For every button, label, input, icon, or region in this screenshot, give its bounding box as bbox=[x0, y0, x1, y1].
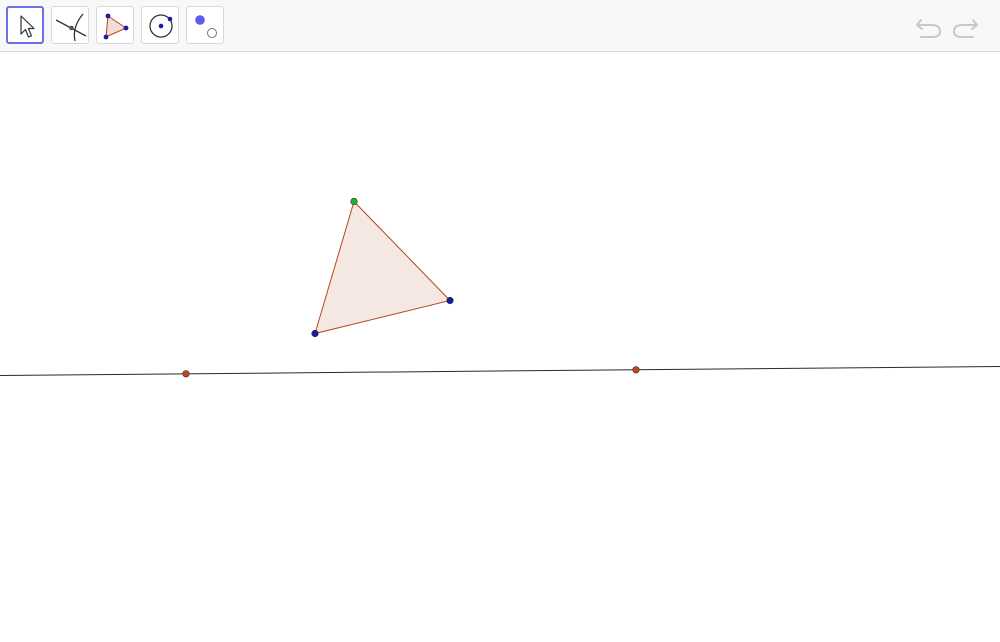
undo-icon bbox=[916, 19, 942, 38]
undo-button[interactable]: Undo bbox=[913, 12, 943, 40]
redo-label: Redo bbox=[981, 12, 982, 13]
graphics-view[interactable] bbox=[0, 53, 1000, 642]
toolbar: Move Intersect Polygon bbox=[0, 0, 1000, 52]
pointer-arrow-icon bbox=[20, 15, 35, 38]
triangle-vertex-free[interactable] bbox=[446, 296, 454, 305]
tool-show-hide[interactable]: Show / Hide Object bbox=[186, 6, 224, 44]
geometry-app: Move Intersect Polygon bbox=[0, 0, 1000, 642]
redo-button[interactable]: Redo bbox=[951, 12, 981, 40]
triangle-vertex-special[interactable] bbox=[350, 197, 358, 206]
tool-circle[interactable]: Circle with Center through Point bbox=[141, 6, 179, 44]
show-hide-icon bbox=[195, 15, 217, 38]
line-point[interactable] bbox=[182, 370, 190, 378]
tool-intersect[interactable]: Intersect bbox=[51, 6, 89, 44]
triangle-vertex-free[interactable] bbox=[311, 329, 319, 338]
redo-icon bbox=[952, 19, 978, 38]
line[interactable] bbox=[0, 366, 1000, 376]
tool-polygon[interactable]: Polygon bbox=[96, 6, 134, 44]
line-point[interactable] bbox=[632, 366, 640, 374]
tool-move[interactable]: Move bbox=[6, 6, 44, 44]
undo-label: Undo bbox=[943, 12, 944, 13]
intersect-icon bbox=[55, 13, 87, 42]
polygon-icon bbox=[103, 13, 129, 40]
circle-center-point-icon bbox=[149, 14, 173, 38]
triangle[interactable] bbox=[314, 200, 451, 335]
